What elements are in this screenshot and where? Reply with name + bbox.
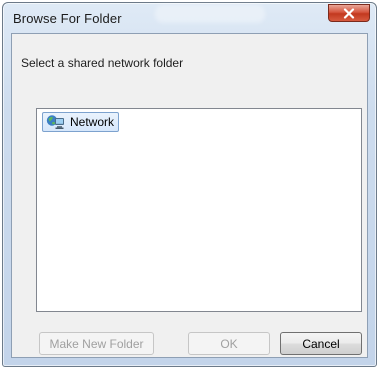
close-button[interactable]	[328, 4, 370, 22]
close-icon	[343, 7, 355, 19]
title-bar-reflection	[155, 5, 265, 23]
cancel-button[interactable]: Cancel	[280, 332, 362, 355]
make-new-folder-button[interactable]: Make New Folder	[39, 332, 154, 355]
folder-tree[interactable]: Network	[36, 108, 362, 312]
instruction-text: Select a shared network folder	[21, 56, 184, 70]
title-bar[interactable]: Browse For Folder	[3, 3, 376, 33]
window-title: Browse For Folder	[13, 11, 122, 26]
network-icon	[46, 114, 66, 130]
dialog-body: Select a shared network folder Network M…	[11, 33, 368, 358]
tree-item-network[interactable]: Network	[42, 112, 120, 132]
tree-item-label: Network	[70, 115, 115, 129]
browse-for-folder-dialog: Browse For Folder Select a shared networ…	[2, 2, 377, 367]
ok-button[interactable]: OK	[188, 332, 270, 355]
